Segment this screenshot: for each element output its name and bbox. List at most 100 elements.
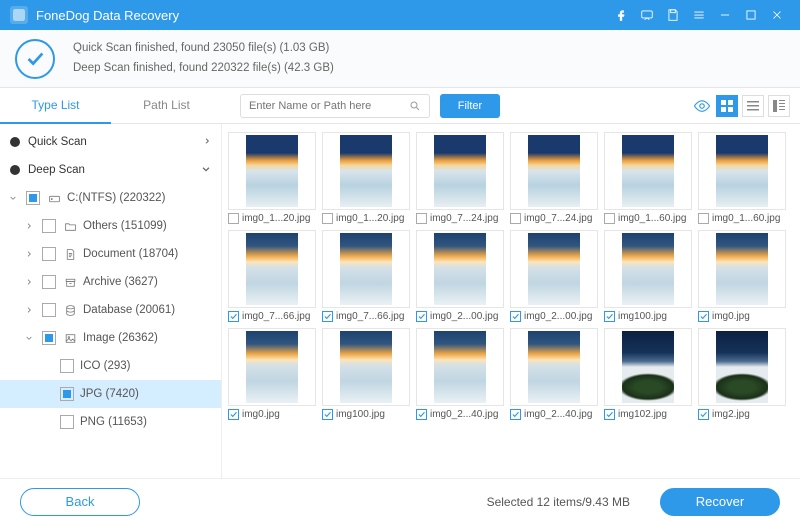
thumbnail[interactable] [604,230,692,308]
maximize-icon[interactable] [738,0,764,30]
close-icon[interactable] [764,0,790,30]
file-checkbox[interactable] [510,213,521,224]
file-item[interactable]: img0_2...00.jpg [416,230,504,322]
sidebar-item-image[interactable]: Image (26362) [0,324,221,352]
file-name: img0_2...40.jpg [524,409,592,420]
database-icon [62,304,78,317]
thumbnail[interactable] [228,230,316,308]
app-logo [10,6,28,24]
share-fb-icon[interactable] [608,0,634,30]
archive-icon [62,276,78,289]
file-item[interactable]: img0_1...60.jpg [604,132,692,224]
thumbnail[interactable] [510,328,598,406]
sidebar-item-quick-scan[interactable]: Quick Scan [0,128,221,156]
file-checkbox[interactable] [698,311,709,322]
file-checkbox[interactable] [604,311,615,322]
quick-scan-status: Quick Scan finished, found 23050 file(s)… [73,39,334,59]
sidebar-item-document[interactable]: Document (18704) [0,240,221,268]
file-item[interactable]: img102.jpg [604,328,692,420]
file-checkbox[interactable] [416,409,427,420]
file-name: img0_1...20.jpg [242,213,310,224]
search-icon [409,100,421,112]
file-checkbox[interactable] [510,311,521,322]
file-item[interactable]: img100.jpg [322,328,410,420]
file-item[interactable]: img0_1...60.jpg [698,132,786,224]
file-checkbox[interactable] [604,213,615,224]
thumbnail[interactable] [322,230,410,308]
file-checkbox[interactable] [228,213,239,224]
thumbnail[interactable] [698,328,786,406]
menu-icon[interactable] [686,0,712,30]
view-detail-button[interactable] [768,95,790,117]
thumbnail[interactable] [322,132,410,210]
file-checkbox[interactable] [604,409,615,420]
file-item[interactable]: img0_7...24.jpg [510,132,598,224]
minimize-icon[interactable] [712,0,738,30]
back-button[interactable]: Back [20,488,140,516]
file-item[interactable]: img0_2...40.jpg [416,328,504,420]
file-checkbox[interactable] [698,409,709,420]
file-grid: img0_1...20.jpg img0_1...20.jpg img0_7..… [222,124,800,478]
sidebar-item-others[interactable]: Others (151099) [0,212,221,240]
thumbnail[interactable] [510,132,598,210]
preview-icon[interactable] [692,97,712,115]
search-box[interactable] [240,94,430,118]
file-checkbox[interactable] [322,409,333,420]
feedback-icon[interactable] [634,0,660,30]
recover-button[interactable]: Recover [660,488,780,516]
file-checkbox[interactable] [416,213,427,224]
file-item[interactable]: img0_1...20.jpg [322,132,410,224]
thumbnail[interactable] [604,132,692,210]
checkmark-icon [15,39,55,79]
file-item[interactable]: img100.jpg [604,230,692,322]
thumbnail[interactable] [604,328,692,406]
file-item[interactable]: img0_1...20.jpg [228,132,316,224]
file-checkbox[interactable] [228,311,239,322]
sidebar-item-ico[interactable]: ICO (293) [0,352,221,380]
save-icon[interactable] [660,0,686,30]
file-checkbox[interactable] [510,409,521,420]
file-checkbox[interactable] [322,311,333,322]
file-item[interactable]: img0_7...66.jpg [322,230,410,322]
thumbnail[interactable] [228,328,316,406]
sidebar-item-database[interactable]: Database (20061) [0,296,221,324]
thumbnail[interactable] [698,230,786,308]
file-checkbox[interactable] [322,213,333,224]
file-item[interactable]: img0.jpg [698,230,786,322]
filter-button[interactable]: Filter [440,94,500,118]
view-list-button[interactable] [742,95,764,117]
search-input[interactable] [249,100,409,112]
thumbnail[interactable] [510,230,598,308]
file-item[interactable]: img0_7...24.jpg [416,132,504,224]
sidebar-item-drive[interactable]: C:(NTFS) (220322) [0,184,221,212]
thumbnail[interactable] [416,328,504,406]
tab-type-list[interactable]: Type List [0,88,111,124]
file-checkbox[interactable] [698,213,709,224]
file-name: img0_2...00.jpg [430,311,498,322]
file-name: img0_2...40.jpg [430,409,498,420]
thumbnail[interactable] [322,328,410,406]
thumbnail[interactable] [416,230,504,308]
deep-scan-status: Deep Scan finished, found 220322 file(s)… [73,59,334,79]
sidebar-item-deep-scan[interactable]: Deep Scan [0,156,221,184]
file-item[interactable]: img2.jpg [698,328,786,420]
file-item[interactable]: img0_2...00.jpg [510,230,598,322]
file-checkbox[interactable] [228,409,239,420]
thumbnail[interactable] [228,132,316,210]
sidebar-item-png[interactable]: PNG (11653) [0,408,221,436]
file-name: img100.jpg [336,409,385,420]
sidebar-item-archive[interactable]: Archive (3627) [0,268,221,296]
file-item[interactable]: img0.jpg [228,328,316,420]
thumbnail[interactable] [698,132,786,210]
file-item[interactable]: img0_2...40.jpg [510,328,598,420]
sidebar-item-jpg[interactable]: JPG (7420) [0,380,221,408]
tab-path-list[interactable]: Path List [111,88,222,124]
footer: Back Selected 12 items/9.43 MB Recover [0,478,800,524]
file-checkbox[interactable] [416,311,427,322]
file-item[interactable]: img0_7...66.jpg [228,230,316,322]
file-name: img0.jpg [712,311,750,322]
app-title: FoneDog Data Recovery [36,8,608,23]
file-name: img0_1...60.jpg [618,213,686,224]
view-grid-button[interactable] [716,95,738,117]
thumbnail[interactable] [416,132,504,210]
